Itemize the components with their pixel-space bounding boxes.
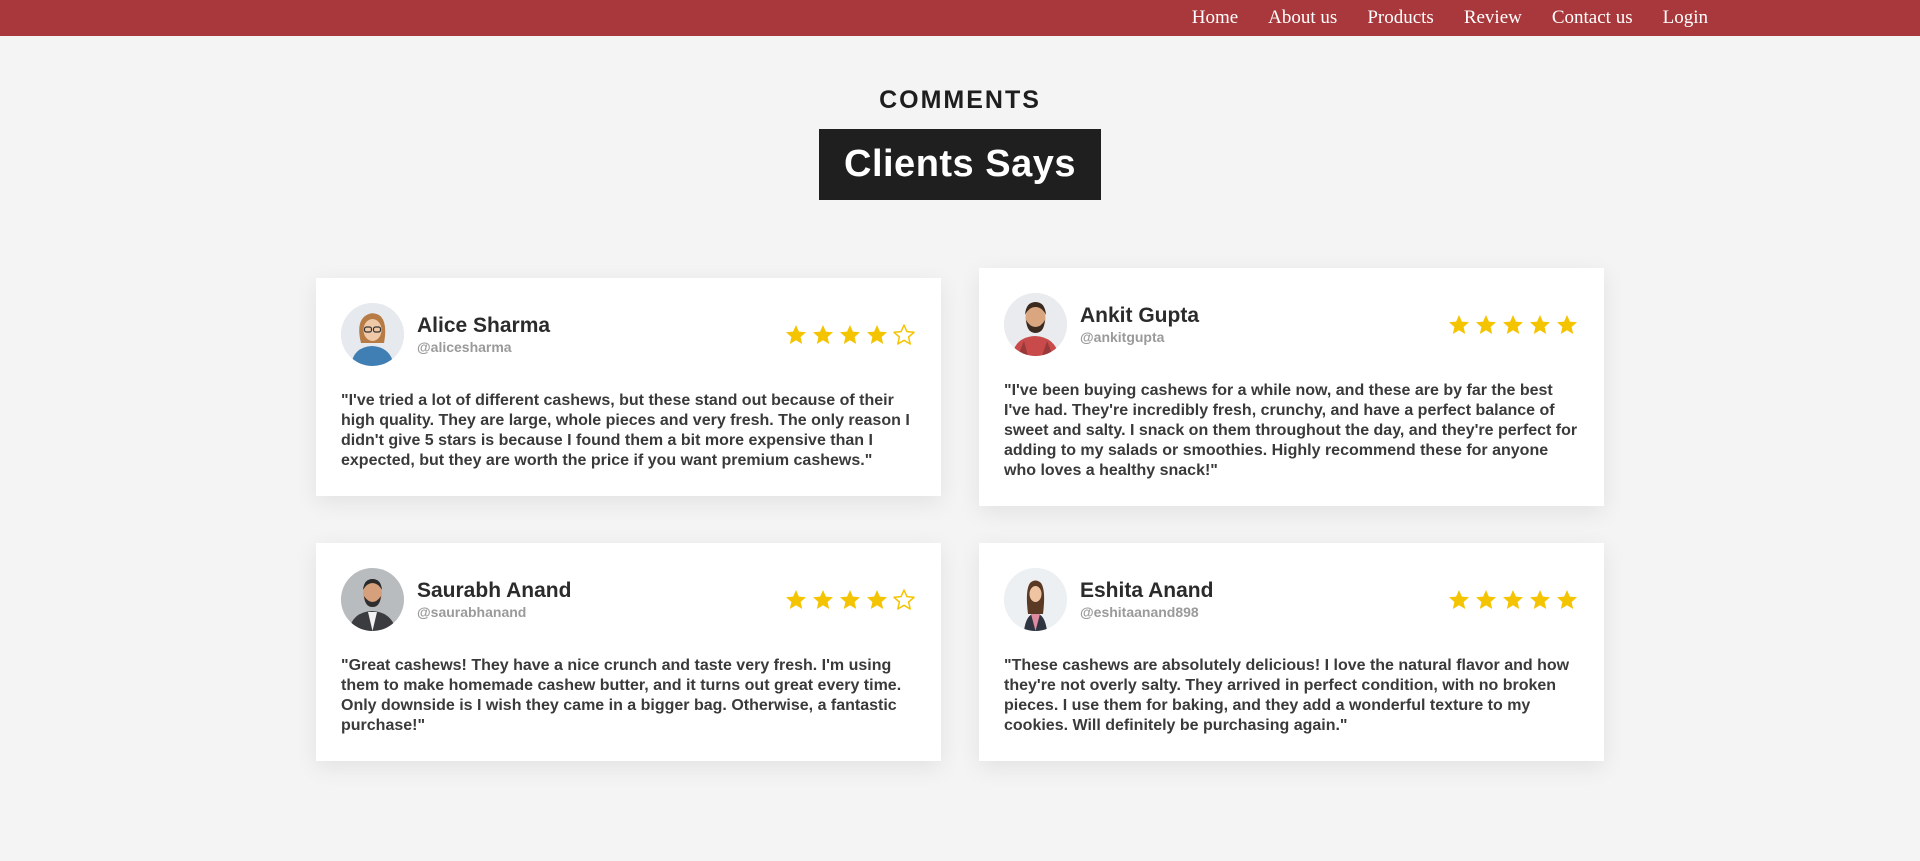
avatar — [1004, 293, 1067, 356]
review-card: Eshita Anand @eshitaanand898 "These cash… — [979, 543, 1604, 761]
star-rating — [784, 588, 916, 612]
star-rating — [1447, 313, 1579, 337]
star-rating — [784, 323, 916, 347]
nav-home-link[interactable]: Home — [1192, 7, 1238, 29]
review-card-header: Saurabh Anand @saurabhanand — [341, 568, 916, 631]
review-card: Alice Sharma @alicesharma "I've tried a … — [316, 278, 941, 496]
star-filled-icon — [1449, 589, 1469, 609]
reviewer-name: Eshita Anand — [1080, 578, 1214, 602]
nav-contact-link[interactable]: Contact us — [1552, 7, 1633, 29]
reviewer-profile: Saurabh Anand @saurabhanand — [341, 568, 571, 631]
review-card-header: Alice Sharma @alicesharma — [341, 303, 916, 366]
nav-login-link[interactable]: Login — [1663, 7, 1708, 29]
reviewer-info: Eshita Anand @eshitaanand898 — [1080, 579, 1213, 621]
star-filled-icon — [1530, 314, 1550, 334]
star-filled-icon — [1530, 589, 1550, 609]
reviewer-profile: Eshita Anand @eshitaanand898 — [1004, 568, 1213, 631]
section-label: COMMENTS — [879, 86, 1041, 114]
review-card: Ankit Gupta @ankitgupta "I've been buyin… — [979, 268, 1604, 506]
avatar — [341, 303, 404, 366]
review-card: Saurabh Anand @saurabhanand "Great cashe… — [316, 543, 941, 761]
reviewer-name: Saurabh Anand — [417, 578, 572, 602]
star-rating — [1447, 588, 1579, 612]
avatar — [341, 568, 404, 631]
reviewer-info: Ankit Gupta @ankitgupta — [1080, 304, 1199, 346]
review-text: "I've been buying cashews for a while no… — [1004, 382, 1578, 479]
star-empty-icon — [893, 323, 915, 345]
star-filled-icon — [813, 589, 833, 609]
avatar — [1004, 568, 1067, 631]
reviewer-profile: Ankit Gupta @ankitgupta — [1004, 293, 1199, 356]
review-text: "I've tried a lot of different cashews, … — [341, 392, 910, 469]
star-filled-icon — [786, 589, 806, 609]
star-filled-icon — [813, 324, 833, 344]
reviewer-name: Ankit Gupta — [1080, 303, 1199, 327]
star-empty-icon — [893, 588, 915, 610]
star-filled-icon — [840, 324, 860, 344]
man-suit-avatar-icon — [341, 568, 404, 631]
star-filled-icon — [1476, 589, 1496, 609]
review-text: "These cashews are absolutely delicious!… — [1004, 657, 1570, 734]
man-beard-avatar-icon — [1004, 293, 1067, 356]
star-filled-icon — [867, 324, 887, 344]
nav-about-link[interactable]: About us — [1268, 7, 1337, 29]
star-filled-icon — [786, 324, 806, 344]
reviewer-handle: @saurabhanand — [417, 603, 527, 620]
star-filled-icon — [1503, 314, 1523, 334]
reviewer-handle: @alicesharma — [417, 338, 512, 355]
star-filled-icon — [1476, 314, 1496, 334]
star-filled-icon — [867, 589, 887, 609]
nav-review-link[interactable]: Review — [1464, 7, 1522, 29]
star-filled-icon — [1557, 314, 1577, 334]
reviewer-profile: Alice Sharma @alicesharma — [341, 303, 550, 366]
section-title: Clients Says — [819, 129, 1101, 200]
section-title-wrap: Clients Says — [0, 129, 1920, 200]
reviewer-info: Saurabh Anand @saurabhanand — [417, 579, 571, 621]
top-navbar: Home About us Products Review Contact us… — [0, 0, 1920, 36]
nav-links: Home About us Products Review Contact us… — [1192, 0, 1708, 36]
review-text: "Great cashews! They have a nice crunch … — [341, 657, 902, 734]
review-card-header: Ankit Gupta @ankitgupta — [1004, 293, 1579, 356]
star-filled-icon — [1449, 314, 1469, 334]
woman-avatar-icon — [1004, 568, 1067, 631]
reviewer-handle: @eshitaanand898 — [1080, 603, 1199, 620]
star-filled-icon — [1503, 589, 1523, 609]
nav-products-link[interactable]: Products — [1367, 7, 1434, 29]
reviewer-handle: @ankitgupta — [1080, 328, 1165, 345]
star-filled-icon — [1557, 589, 1577, 609]
reviewer-info: Alice Sharma @alicesharma — [417, 314, 550, 356]
woman-glasses-avatar-icon — [341, 303, 404, 366]
review-card-header: Eshita Anand @eshitaanand898 — [1004, 568, 1579, 631]
star-filled-icon — [840, 589, 860, 609]
reviewer-name: Alice Sharma — [417, 313, 551, 337]
